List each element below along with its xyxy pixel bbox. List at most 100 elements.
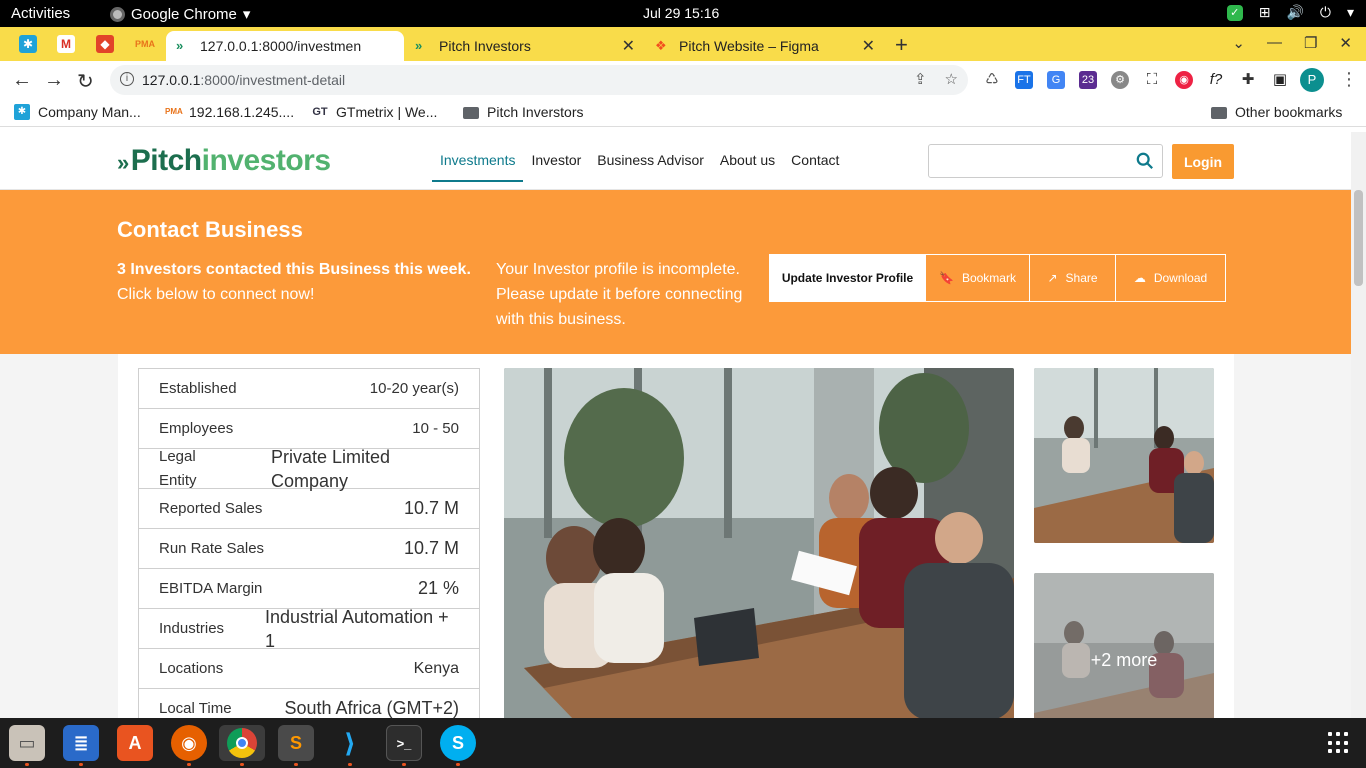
back-arrow-icon[interactable]: ←	[12, 69, 32, 92]
window-controls: ⌄ — ❐ ✕	[1232, 34, 1352, 52]
settings-extension-icon[interactable]: ⚙	[1111, 71, 1129, 89]
chevron-down-icon: ▾	[242, 6, 251, 23]
main-business-photo[interactable]	[504, 368, 1014, 718]
close-window-icon[interactable]: ✕	[1339, 34, 1352, 52]
activities-button[interactable]: Activities	[11, 5, 70, 22]
running-indicator	[294, 763, 298, 766]
profile-incomplete-message: Your Investor profile is incomplete. Ple…	[496, 261, 743, 328]
chevron-down-icon[interactable]: ▾	[1347, 4, 1354, 21]
side-panel-icon[interactable]: ▣	[1271, 71, 1289, 89]
ft-extension-icon[interactable]: FT	[1015, 71, 1033, 89]
cloud-download-icon: ☁	[1133, 271, 1146, 285]
extensions-puzzle-icon[interactable]: ✚	[1239, 71, 1257, 89]
gallery-thumbnail-more[interactable]: +2 more	[1034, 573, 1214, 718]
app-menu[interactable]: Google Chrome ▾	[110, 5, 250, 23]
close-tab-icon[interactable]: ✕	[862, 36, 875, 56]
gtmetrix-icon: GT	[312, 106, 328, 118]
bookmark-folder-pitch[interactable]: Pitch Inverstors	[463, 104, 583, 120]
pinned-tab-pma-icon[interactable]: PMA	[135, 35, 155, 53]
vscode-app-icon[interactable]: ⟩	[332, 725, 368, 761]
update-profile-button[interactable]: Update Investor Profile	[769, 254, 926, 302]
browser-toolbar: ← → ↻ i 127.0.0.1:8000/investment-detail…	[0, 61, 1366, 99]
bookmark-button[interactable]: 🔖 Bookmark	[925, 254, 1030, 302]
minimize-icon[interactable]: —	[1267, 34, 1282, 52]
system-top-bar: Activities Google Chrome ▾ Jul 29 15:16 …	[0, 0, 1366, 27]
search-icon[interactable]	[1136, 152, 1154, 170]
new-tab-button[interactable]: +	[895, 32, 908, 58]
search-input[interactable]	[937, 146, 1132, 176]
tab-figma[interactable]: ❖ Pitch Website – Figma ✕	[645, 31, 885, 61]
font-extension-icon[interactable]: f?	[1207, 71, 1225, 89]
scrollbar-thumb[interactable]	[1354, 190, 1363, 286]
running-indicator	[348, 763, 352, 766]
show-applications-icon[interactable]	[1328, 732, 1350, 754]
login-button[interactable]: Login	[1172, 144, 1234, 179]
text-editor-app-icon[interactable]: ≣	[63, 725, 99, 761]
clock[interactable]: Jul 29 15:16	[643, 5, 719, 21]
more-photos-label[interactable]: +2 more	[1034, 573, 1214, 718]
nav-contact[interactable]: Contact	[783, 132, 847, 182]
firefox-app-icon[interactable]: ◉	[171, 725, 207, 761]
forward-arrow-icon[interactable]: →	[44, 69, 64, 92]
reload-icon[interactable]: ↻	[77, 69, 94, 94]
network-icon[interactable]: ⊞	[1259, 4, 1271, 21]
power-icon[interactable]: ⏻	[1320, 4, 1331, 21]
sublime-text-app-icon[interactable]: S	[278, 725, 314, 761]
bookmark-gtmetrix[interactable]: GT GTmetrix | We...	[312, 104, 437, 120]
pinned-tab-gmail-icon[interactable]: M	[57, 35, 75, 53]
bookmark-icon: 🔖	[939, 271, 954, 285]
color-picker-extension-icon[interactable]: ◉	[1175, 71, 1193, 89]
site-info-icon[interactable]: i	[120, 72, 134, 86]
main-nav: Investments Investor Business Advisor Ab…	[432, 132, 847, 182]
star-icon[interactable]: ☆	[945, 70, 958, 88]
update-indicator-icon[interactable]: ✓	[1226, 4, 1243, 21]
other-bookmarks[interactable]: Other bookmarks	[1211, 104, 1342, 120]
nav-investor[interactable]: Investor	[523, 132, 589, 182]
address-bar[interactable]: i 127.0.0.1:8000/investment-detail ⇪ ☆	[110, 65, 968, 95]
recycle-extension-icon[interactable]: ♺	[983, 71, 1001, 89]
share-button[interactable]: ↗ Share	[1029, 254, 1116, 302]
bookmark-pma[interactable]: PMA 192.168.1.245....	[165, 104, 294, 120]
terminal-app-icon[interactable]: >_	[386, 725, 422, 761]
tab-label: Pitch Investors	[439, 38, 531, 54]
bookmark-company-manager[interactable]: ✱ Company Man...	[14, 104, 141, 120]
download-button[interactable]: ☁ Download	[1115, 254, 1226, 302]
share-icon: ↗	[1047, 271, 1058, 285]
fact-row: Legal Entity Private Limited Company	[139, 447, 479, 491]
volume-icon[interactable]: 🔊	[1286, 4, 1303, 21]
site-header: »Pitchinvestors Investments Investor Bus…	[0, 132, 1351, 190]
calendar-extension-icon[interactable]: 23	[1079, 71, 1097, 89]
share-icon[interactable]: ⇪	[914, 70, 927, 88]
maximize-icon[interactable]: ❐	[1304, 34, 1317, 52]
url-text[interactable]: 127.0.0.1:8000/investment-detail	[142, 72, 345, 88]
close-tab-icon[interactable]: ✕	[622, 36, 635, 56]
fact-row: EBITDA Margin 21 %	[139, 569, 479, 609]
site-logo[interactable]: »Pitchinvestors	[117, 144, 331, 178]
tab-search-icon[interactable]: ⌄	[1232, 34, 1245, 52]
more-menu-icon[interactable]: ⋮	[1340, 69, 1358, 90]
nav-business-advisor[interactable]: Business Advisor	[589, 132, 712, 182]
chrome-app-icon[interactable]	[219, 725, 265, 761]
skype-app-icon[interactable]: S	[440, 725, 476, 761]
tab-investment-detail[interactable]: » 127.0.0.1:8000/investmen	[166, 31, 404, 61]
pma-icon: PMA	[165, 107, 183, 116]
folder-icon	[1211, 107, 1227, 119]
pitch-favicon-icon: »	[176, 38, 184, 53]
nav-investments[interactable]: Investments	[432, 132, 524, 182]
page-scrollbar[interactable]	[1351, 132, 1366, 718]
pinned-tab-app-icon[interactable]: ✱	[19, 35, 37, 53]
nav-about-us[interactable]: About us	[712, 132, 783, 182]
translate-extension-icon[interactable]: G	[1047, 71, 1065, 89]
fact-row: Employees 10 - 50	[139, 409, 479, 449]
folder-icon	[463, 107, 479, 119]
system-tray[interactable]: ✓ ⊞ 🔊 ⏻ ▾	[1226, 4, 1354, 21]
software-center-app-icon[interactable]: A	[117, 725, 153, 761]
screenshot-extension-icon[interactable]: ⛶	[1143, 71, 1161, 89]
pinned-tab-gitlab-icon[interactable]: ◆	[96, 35, 114, 53]
profile-avatar[interactable]: P	[1300, 68, 1324, 92]
tab-pitch-investors[interactable]: » Pitch Investors ✕	[405, 31, 645, 61]
running-indicator	[402, 763, 406, 766]
files-app-icon[interactable]: ▭	[9, 725, 45, 761]
running-indicator	[25, 763, 29, 766]
gallery-thumbnail[interactable]	[1034, 368, 1214, 543]
